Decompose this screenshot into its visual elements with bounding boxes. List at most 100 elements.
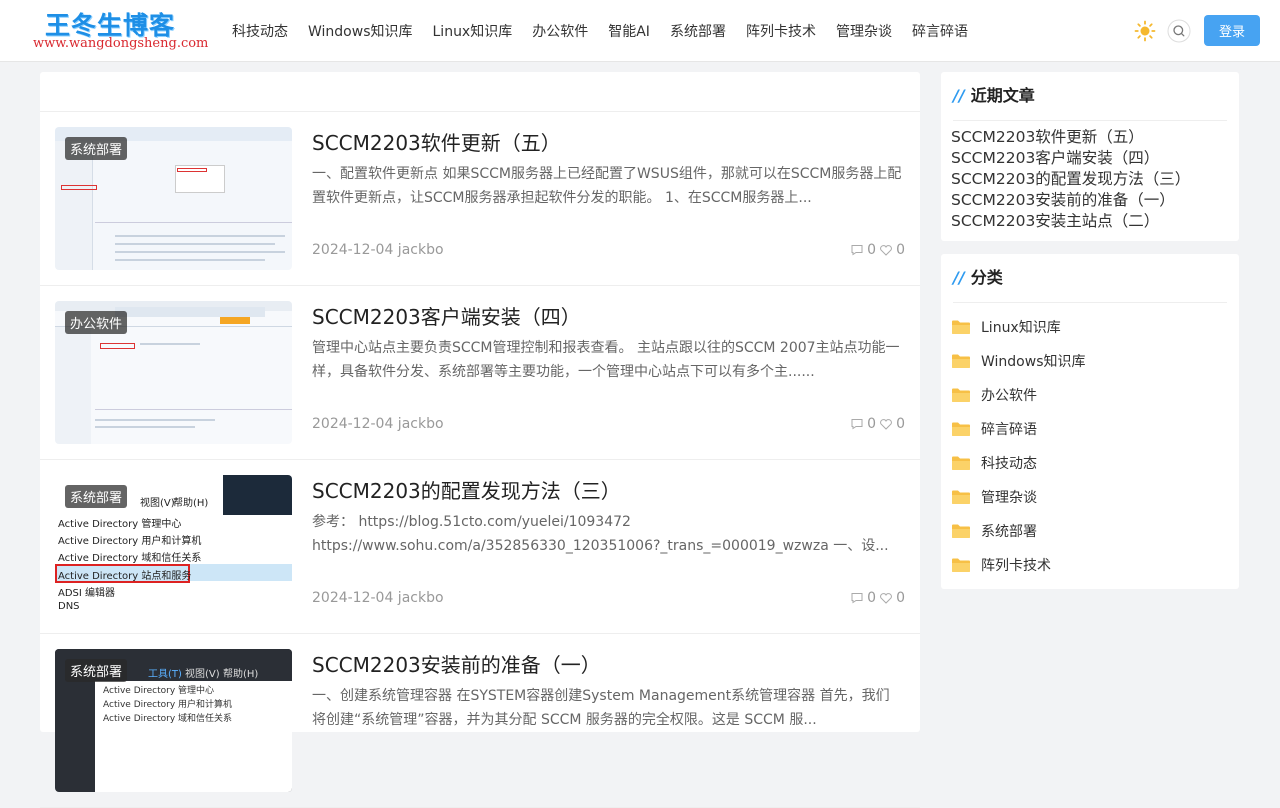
category-link[interactable]: 阵列卡技术	[951, 555, 1051, 575]
folder-icon	[952, 524, 970, 538]
post-item: 系统部署 SCCM2203软件更新（五） 一、配置软件更新点 如果SCCM服务器…	[40, 112, 920, 286]
category-link[interactable]: 系统部署	[951, 521, 1037, 541]
thumb-menu-text: Active Directory 域和信任关系	[58, 553, 202, 564]
folder-icon	[952, 320, 970, 334]
recent-post-link[interactable]: SCCM2203软件更新（五）	[951, 127, 1190, 148]
folder-icon	[952, 490, 970, 504]
nav-item-musings[interactable]: 碎言碎语	[902, 21, 978, 41]
category-badge[interactable]: 系统部署	[65, 659, 128, 682]
heart-icon[interactable]	[879, 243, 893, 257]
recent-post-link[interactable]: SCCM2203客户端安装（四）	[951, 148, 1190, 169]
widget-title: //近期文章	[953, 86, 1035, 105]
post-stats: 0 0	[850, 242, 905, 258]
post-title[interactable]: SCCM2203安装前的准备（一）	[312, 649, 601, 678]
categories-widget: //分类 Linux知识库 Windows知识库 办公软件 碎言碎语 科技动态 …	[941, 254, 1239, 589]
post-item: 工具(T) 视图(V) 帮助(H) Active Directory 管理中心 …	[40, 634, 920, 808]
post-thumbnail[interactable]: 视图(V) 帮助(H) Active Directory 管理中心 Active…	[55, 475, 292, 618]
comment-count: 0	[867, 242, 877, 258]
post-excerpt: 参考： https://blog.51cto.com/yuelei/109347…	[312, 514, 889, 554]
recent-post-link[interactable]: SCCM2203安装主站点（二）	[951, 211, 1190, 232]
post-title[interactable]: SCCM2203的配置发现方法（三）	[312, 475, 621, 504]
category-badge[interactable]: 系统部署	[65, 485, 128, 508]
heart-icon[interactable]	[879, 417, 893, 431]
search-icon[interactable]	[1167, 19, 1191, 43]
recent-post-link[interactable]: SCCM2203的配置发现方法（三）	[951, 169, 1190, 190]
thumb-menu-text: DNS	[58, 601, 80, 612]
post-excerpt: 一、配置软件更新点 如果SCCM服务器上已经配置了WSUS组件，那就可以在SCC…	[312, 166, 902, 206]
comment-count: 0	[867, 590, 877, 606]
category-link[interactable]: 碎言碎语	[951, 419, 1037, 439]
comment-icon	[851, 419, 863, 430]
category-label: 系统部署	[981, 524, 1037, 540]
like-count: 0	[896, 590, 905, 606]
thumb-menu-text: 帮助(H)	[223, 669, 259, 680]
thumb-menu-text: Active Directory 站点和服务	[58, 571, 192, 582]
like-count: 0	[896, 242, 905, 258]
post-stats: 0 0	[850, 416, 905, 432]
nav-item-deploy[interactable]: 系统部署	[660, 21, 736, 41]
category-link[interactable]: 办公软件	[951, 385, 1037, 405]
nav-item-ai[interactable]: 智能AI	[598, 21, 660, 41]
nav-item-management[interactable]: 管理杂谈	[826, 21, 902, 41]
category-link[interactable]: Linux知识库	[951, 317, 1061, 337]
post-thumbnail[interactable]: 工具(T) 视图(V) 帮助(H) Active Directory 管理中心 …	[55, 649, 292, 792]
folder-icon	[952, 422, 970, 436]
post-item: 视图(V) 帮助(H) Active Directory 管理中心 Active…	[40, 460, 920, 634]
post-list: 系统部署 SCCM2203软件更新（五） 一、配置软件更新点 如果SCCM服务器…	[40, 72, 920, 808]
thumb-menu-text: Active Directory 管理中心	[103, 686, 215, 696]
thumb-menu-text: ADSI 编辑器	[58, 588, 116, 599]
login-button[interactable]: 登录	[1204, 15, 1260, 46]
thumb-menu-text: 工具(T)	[148, 669, 182, 680]
nav-item-tech-news[interactable]: 科技动态	[222, 21, 298, 41]
post-thumbnail[interactable]: 办公软件	[55, 301, 292, 444]
widget-title: //分类	[953, 268, 1003, 287]
category-label: 阵列卡技术	[981, 558, 1051, 574]
comment-icon	[851, 593, 863, 604]
heart-icon[interactable]	[879, 591, 893, 605]
site-header: 王冬生博客 www.wangdongsheng.com 科技动态 Windows…	[0, 0, 1280, 62]
post-title[interactable]: SCCM2203软件更新（五）	[312, 127, 561, 156]
post-thumbnail[interactable]: 系统部署	[55, 127, 292, 270]
post-date-author: 2024-12-04 jackbo	[312, 416, 444, 432]
category-label: 科技动态	[981, 456, 1037, 472]
thumb-menu-text: Active Directory 用户和计算机	[103, 700, 233, 710]
category-label: Linux知识库	[981, 320, 1061, 336]
like-count: 0	[896, 416, 905, 432]
recent-list: SCCM2203软件更新（五） SCCM2203客户端安装（四） SCCM220…	[951, 127, 1190, 232]
post-title[interactable]: SCCM2203客户端安装（四）	[312, 301, 581, 330]
post-stats: 0 0	[850, 590, 905, 606]
post-item: 办公软件 SCCM2203客户端安装（四） 管理中心站点主要负责SCCM管理控制…	[40, 286, 920, 460]
category-label: 管理杂谈	[981, 490, 1037, 506]
comment-icon	[851, 245, 863, 256]
site-logo[interactable]: 王冬生博客 www.wangdongsheng.com	[33, 6, 213, 56]
sun-icon[interactable]	[1134, 20, 1156, 42]
thumb-menu-text: 视图(V)	[185, 669, 220, 680]
post-date-author: 2024-12-04 jackbo	[312, 590, 444, 606]
category-label: 办公软件	[981, 388, 1037, 404]
nav-item-linux[interactable]: Linux知识库	[423, 21, 523, 41]
category-link[interactable]: 科技动态	[951, 453, 1037, 473]
nav-item-office[interactable]: 办公软件	[522, 21, 598, 41]
logo-url: www.wangdongsheng.com	[33, 36, 209, 51]
recent-post-link[interactable]: SCCM2203安装前的准备（一）	[951, 190, 1190, 211]
category-label: Windows知识库	[981, 354, 1086, 370]
category-label: 碎言碎语	[981, 422, 1037, 438]
post-date-author: 2024-12-04 jackbo	[312, 242, 444, 258]
list-header	[40, 72, 920, 112]
divider	[953, 120, 1227, 121]
folder-icon	[952, 388, 970, 402]
thumb-menu-text: Active Directory 用户和计算机	[58, 536, 202, 547]
category-badge[interactable]: 系统部署	[65, 137, 128, 160]
category-badge[interactable]: 办公软件	[65, 311, 128, 334]
folder-icon	[952, 456, 970, 470]
post-excerpt: 管理中心站点主要负责SCCM管理控制和报表查看。 主站点跟以往的SCCM 200…	[312, 340, 900, 380]
nav-item-raid[interactable]: 阵列卡技术	[736, 21, 826, 41]
thumb-menu-text: 视图(V)	[140, 498, 175, 509]
recent-posts-widget: //近期文章 SCCM2203软件更新（五） SCCM2203客户端安装（四） …	[941, 72, 1239, 241]
category-link[interactable]: Windows知识库	[951, 351, 1086, 371]
main-nav: 科技动态 Windows知识库 Linux知识库 办公软件 智能AI 系统部署 …	[222, 0, 978, 62]
nav-item-windows[interactable]: Windows知识库	[298, 21, 423, 41]
category-link[interactable]: 管理杂谈	[951, 487, 1037, 507]
thumb-menu-text: 帮助(H)	[173, 498, 209, 509]
comment-count: 0	[867, 416, 877, 432]
